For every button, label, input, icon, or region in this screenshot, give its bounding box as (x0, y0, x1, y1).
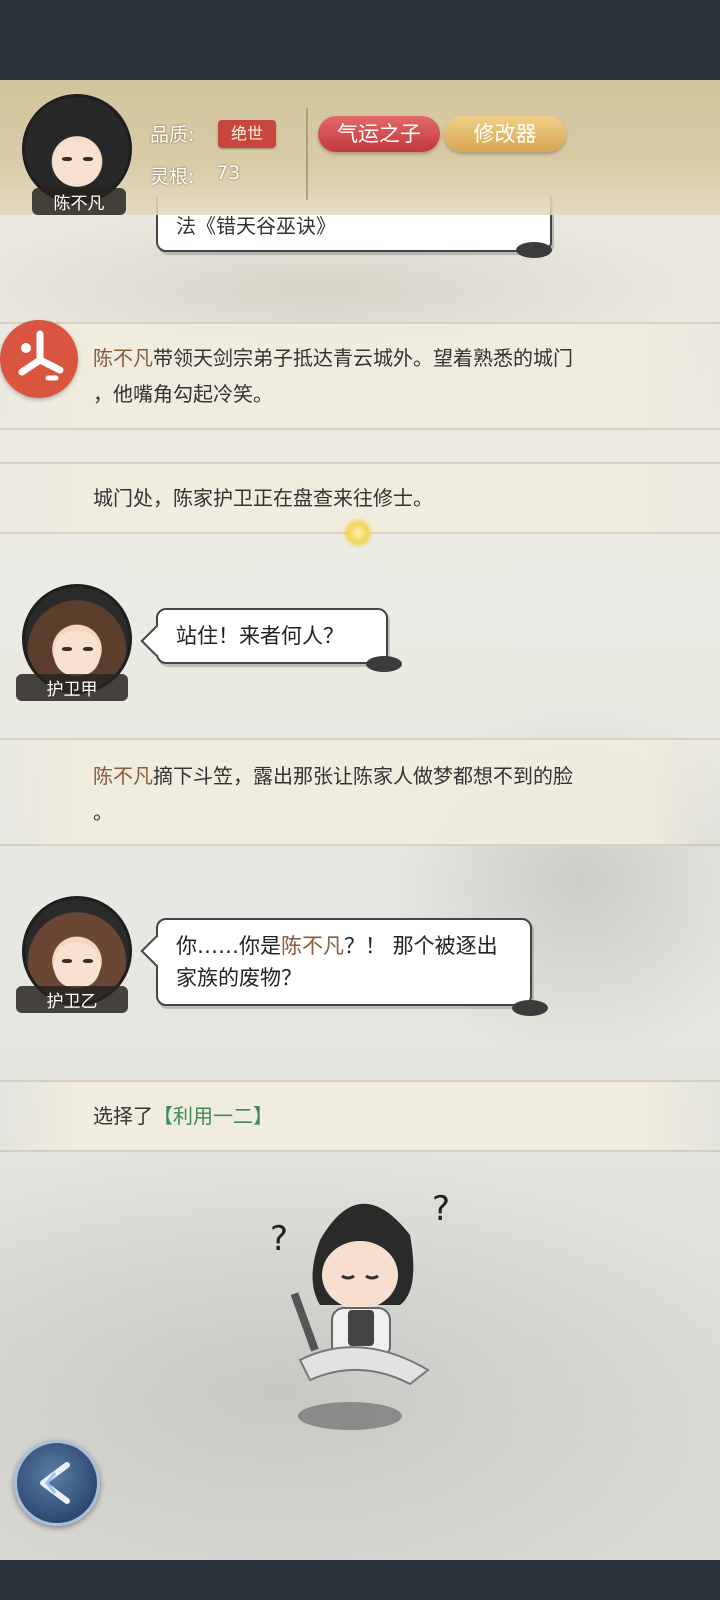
modifier-tag-button[interactable]: 修改器 (444, 116, 566, 152)
narration-text: 摘下斗笠，露出那张让陈家人做梦都想不到的脸 (153, 764, 573, 788)
guard-a-dialogue-bubble: 站住！来者何人？ (140, 608, 388, 664)
dialogue-text: ？！ 那个被逐出 (344, 934, 498, 958)
character-name-highlight: 陈不凡 (93, 764, 153, 788)
guard-b-name: 护卫乙 (16, 986, 128, 1013)
choice-result-row: 选择了【利用一二】 (0, 1080, 720, 1152)
dialogue-text: 站住！来者何人？ (176, 624, 344, 648)
choice-prefix: 选择了 (93, 1104, 153, 1128)
narration-text: 城门处，陈家护卫正在盘查来往修士。 (93, 486, 433, 510)
narration-text-line2: ，他嘴角勾起冷笑。 (93, 382, 273, 406)
character-name-highlight: 陈不凡 (281, 934, 344, 958)
guard-b-dialogue-bubble: 你……你是陈不凡？！ 那个被逐出 家族的废物？ (140, 918, 532, 1006)
root-label: 灵根: (150, 166, 195, 188)
bubble-ink-decoration (516, 242, 552, 258)
character-name-highlight: 陈不凡 (93, 346, 153, 370)
narration-text: 带领天剑宗弟子抵达青云城外。望着熟悉的城门 (153, 346, 573, 370)
svg-text:?: ? (270, 1219, 288, 1259)
player-name: 陈不凡 (32, 188, 126, 215)
back-icon (40, 1462, 70, 1504)
quality-badge: 绝世 (218, 120, 276, 148)
dialogue-text: 你……你是 (176, 934, 281, 958)
quality-label: 品质: (150, 124, 195, 146)
bubble-ink-decoration (512, 1000, 548, 1016)
bubble-ink-decoration (366, 656, 402, 672)
chibi-character: ? ? (260, 1180, 460, 1400)
destiny-tag-button[interactable]: 气运之子 (318, 116, 440, 152)
dialogue-text-line2: 家族的废物？ (176, 966, 302, 990)
narration-text-line2: 。 (93, 800, 113, 824)
bottom-nav-bar (0, 1560, 720, 1600)
root-value: 73 (216, 162, 241, 184)
guard-a-name: 护卫甲 (16, 674, 128, 701)
choice-value: 【利用一二】 (153, 1104, 273, 1128)
narration-row: 陈不凡带领天剑宗弟子抵达青云城外。望着熟悉的城门 ，他嘴角勾起冷笑。 (0, 322, 720, 430)
svg-text:?: ? (432, 1189, 450, 1229)
back-button[interactable] (14, 1440, 100, 1526)
narration-row: 陈不凡摘下斗笠，露出那张让陈家人做梦都想不到的脸 。 (0, 738, 720, 846)
character-shadow (298, 1402, 402, 1430)
top-status-bar (0, 0, 720, 80)
skip-icon[interactable] (0, 320, 78, 398)
header-divider (306, 108, 308, 200)
sparkle-effect (343, 518, 373, 548)
